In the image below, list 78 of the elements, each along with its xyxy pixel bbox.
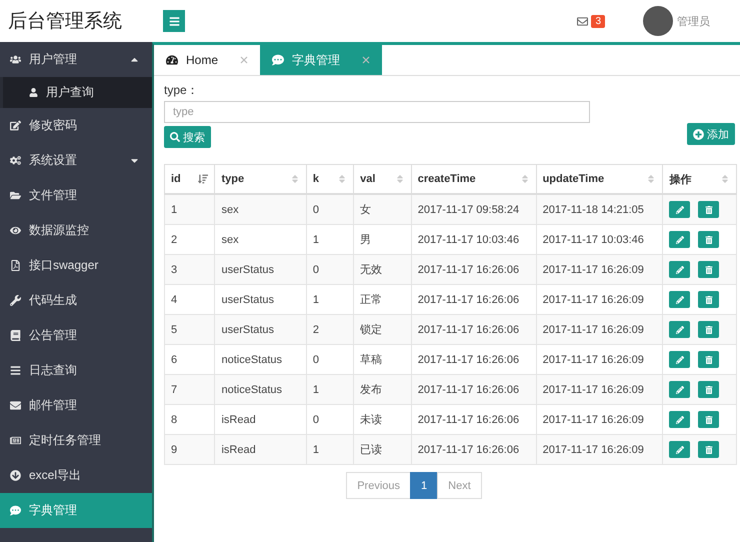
sort-icon — [520, 174, 530, 184]
user-icon — [29, 88, 38, 97]
sidebar-item[interactable]: 日志查询 — [0, 353, 152, 388]
table-cell: 已读 — [354, 434, 412, 464]
delete-button[interactable] — [698, 201, 720, 218]
trash-icon — [704, 386, 713, 394]
close-icon[interactable] — [362, 56, 370, 64]
edit-button[interactable] — [669, 411, 690, 428]
pencil-icon — [676, 266, 684, 274]
edit-button[interactable] — [669, 381, 690, 398]
sidebar-item[interactable]: excel导出 — [0, 458, 152, 493]
trash-icon — [704, 206, 713, 214]
sidebar-subitem[interactable]: 用户查询 — [0, 77, 152, 108]
app-title: 后台管理系统 — [7, 10, 123, 34]
chat-icon — [272, 54, 284, 66]
delete-button[interactable] — [698, 261, 720, 278]
edit-button[interactable] — [669, 351, 690, 368]
sort-icon — [337, 174, 348, 184]
trash-icon — [704, 236, 713, 244]
mail-count-badge: 3 — [591, 14, 605, 28]
sidebar-item[interactable]: 系统设置 — [0, 143, 152, 178]
plus-icon — [693, 128, 704, 140]
trash-icon — [704, 416, 713, 424]
page-button[interactable]: 1 — [410, 472, 438, 499]
table-cell: 9 — [164, 434, 215, 464]
sidebar-item[interactable]: 修改密码 — [0, 108, 152, 143]
edit-button[interactable] — [669, 321, 690, 338]
sidebar-item[interactable]: 公告管理 — [0, 318, 152, 353]
sidebar-item[interactable]: 代码生成 — [0, 283, 152, 318]
sidebar-item[interactable]: 定时任务管理 — [0, 423, 152, 458]
edit-button[interactable] — [669, 291, 690, 308]
table-cell: isRead — [214, 434, 306, 464]
avatar[interactable] — [643, 6, 673, 36]
sidebar-item[interactable]: 数据源监控 — [0, 213, 152, 248]
sidebar-item[interactable]: 接口swagger — [0, 248, 152, 283]
envelope-icon[interactable] — [577, 16, 588, 26]
dashboard-icon — [166, 54, 178, 66]
delete-button[interactable] — [698, 231, 720, 248]
sidebar-item[interactable]: 文件管理 — [0, 178, 152, 213]
search-icon — [170, 132, 180, 142]
delete-button[interactable] — [698, 381, 720, 398]
delete-button[interactable] — [698, 441, 720, 458]
delete-button[interactable] — [698, 411, 720, 428]
pencil-icon — [676, 296, 684, 304]
user-name[interactable]: 管理员 — [677, 14, 710, 28]
sort-icon — [290, 174, 300, 184]
menu-button[interactable] — [163, 10, 185, 32]
pencil-icon — [676, 206, 684, 214]
close-icon[interactable] — [240, 56, 248, 64]
sort-icon — [720, 174, 730, 184]
sidebar-item[interactable]: 用户管理 — [0, 42, 152, 77]
type-input[interactable]: type — [164, 101, 590, 123]
pencil-icon — [676, 446, 684, 454]
edit-button[interactable] — [669, 231, 690, 248]
sort-icon — [198, 174, 208, 184]
trash-icon — [704, 266, 713, 274]
pencil-icon — [676, 356, 684, 364]
pencil-icon — [676, 386, 684, 394]
table-cell: 1 — [306, 434, 354, 464]
table-cell: 2017-11-17 16:26:06 — [411, 434, 536, 464]
trash-icon — [704, 326, 713, 334]
trash-icon — [704, 356, 713, 364]
edit-button[interactable] — [669, 201, 690, 218]
pencil-icon — [676, 236, 684, 244]
pencil-icon — [676, 326, 684, 334]
sort-icon — [646, 174, 656, 184]
edit-button[interactable] — [669, 261, 690, 278]
type-label: type： — [164, 82, 200, 99]
trash-icon — [704, 446, 713, 454]
table-cell: 2017-11-17 16:26:09 — [536, 434, 663, 464]
trash-icon — [704, 296, 713, 304]
pencil-icon — [676, 416, 684, 424]
edit-button[interactable] — [669, 441, 690, 458]
sort-icon — [394, 174, 405, 184]
delete-button[interactable] — [698, 291, 720, 308]
delete-button[interactable] — [698, 351, 720, 368]
delete-button[interactable] — [698, 321, 720, 338]
sidebar-item[interactable]: 邮件管理 — [0, 388, 152, 423]
